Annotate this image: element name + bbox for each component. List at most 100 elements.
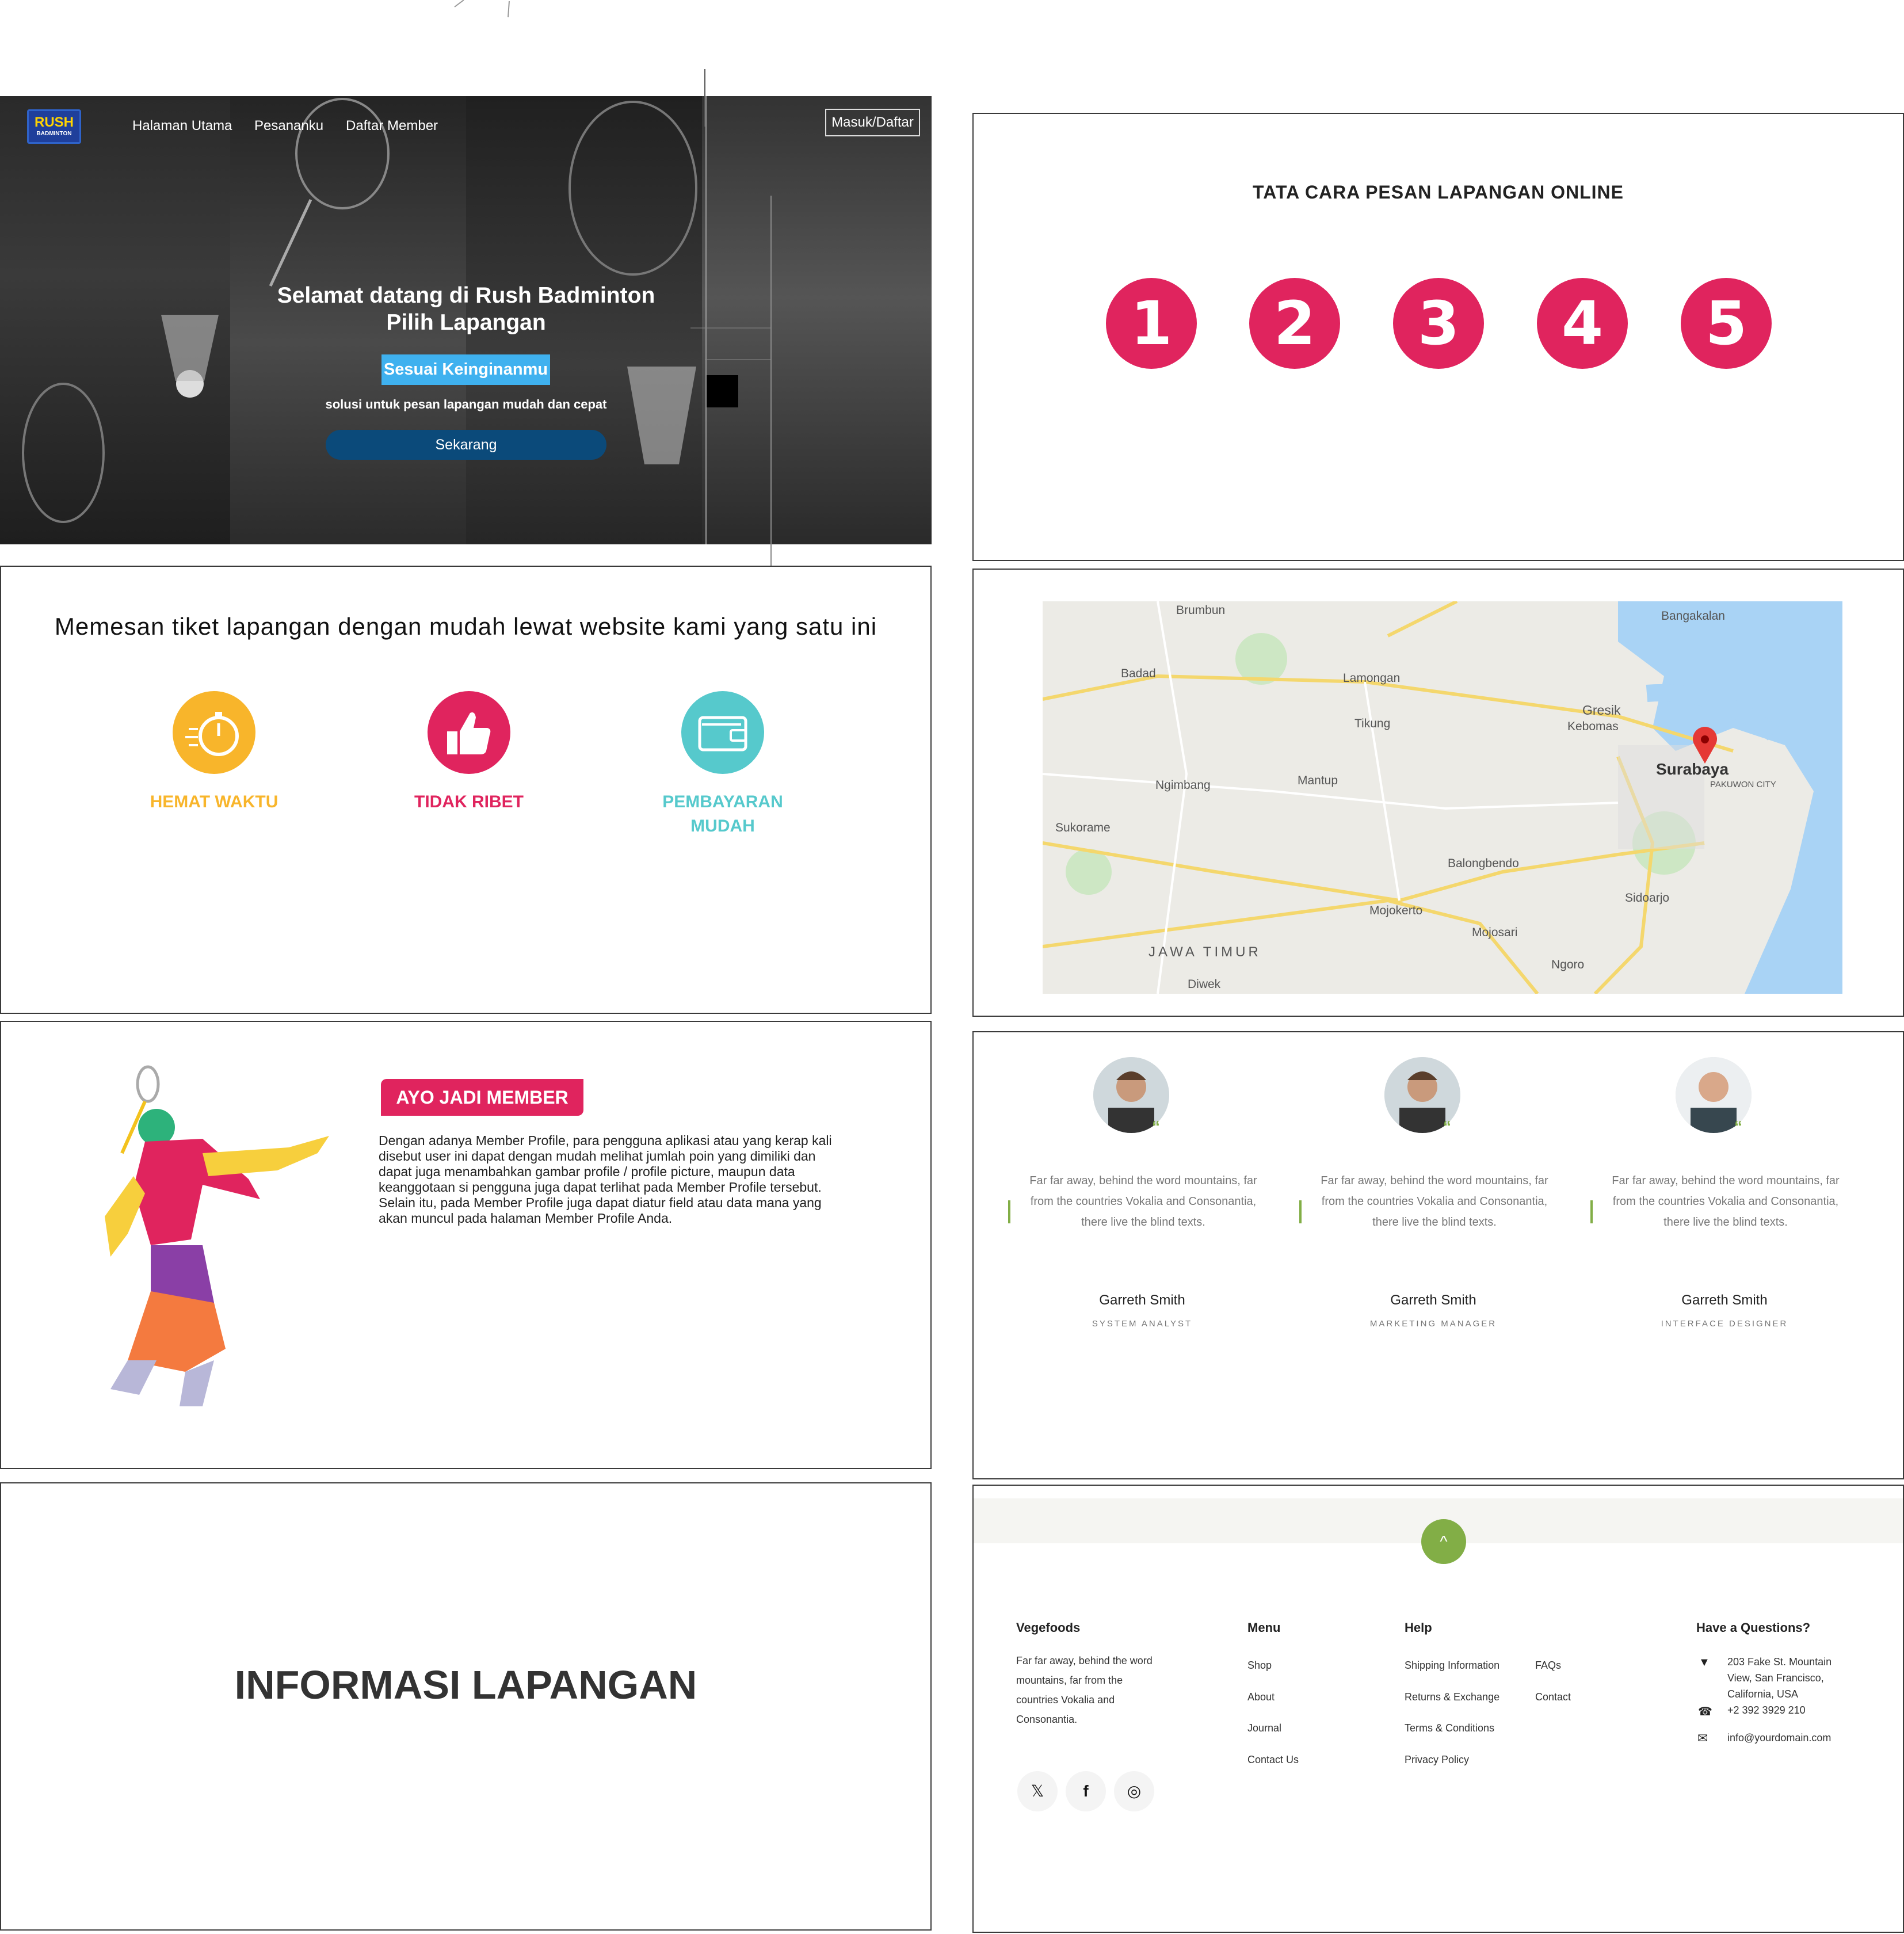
testimonial-card: “ Far far away, behind the word mountain… bbox=[997, 1032, 1288, 1378]
quote-icon: “ bbox=[1152, 1117, 1160, 1135]
instagram-icon[interactable]: ◎ bbox=[1114, 1771, 1154, 1811]
info-section: INFORMASI LAPANGAN bbox=[0, 1482, 932, 1931]
feature-label-line: HEMAT WAKTU bbox=[150, 792, 278, 811]
footer-menu-link[interactable]: About bbox=[1247, 1691, 1275, 1703]
footer-menu-title: Menu bbox=[1247, 1620, 1281, 1635]
nav-orders[interactable]: Pesananku bbox=[254, 118, 323, 134]
footer-section: ^ Vegefoods Far far away, behind the wor… bbox=[972, 1485, 1904, 1933]
hero-highlight: Sesuai Keinginanmu bbox=[381, 354, 550, 385]
testimonial-card: “ Far far away, behind the word mountain… bbox=[1579, 1032, 1870, 1378]
info-title: INFORMASI LAPANGAN bbox=[234, 1662, 697, 1707]
logo-text: RUSH bbox=[34, 115, 74, 130]
feature-label-line: PEMBAYARAN bbox=[662, 792, 783, 811]
facebook-icon[interactable]: f bbox=[1066, 1771, 1106, 1811]
footer-help-link[interactable]: Terms & Conditions bbox=[1405, 1722, 1494, 1734]
footer-menu-link[interactable]: Contact Us bbox=[1247, 1754, 1299, 1766]
testimonial-name: Garreth Smith bbox=[1099, 1292, 1185, 1308]
testimonials-section: “ Far far away, behind the word mountain… bbox=[972, 1031, 1904, 1479]
map-graphic bbox=[1043, 601, 1842, 994]
footer-brand-text: Consonantia. bbox=[1016, 1714, 1078, 1725]
stray-lines bbox=[690, 69, 772, 575]
feature-label-easy: TIDAK RIBET bbox=[377, 790, 561, 814]
hero-title: Selamat datang di Rush Badminton bbox=[277, 283, 655, 308]
map-label: Tikung bbox=[1354, 717, 1391, 730]
map-label: Badad bbox=[1121, 667, 1156, 680]
nav-home[interactable]: Halaman Utama bbox=[132, 118, 232, 134]
map-section: Brumbun Bangakalan Badad Lamongan Gresik… bbox=[972, 569, 1904, 1017]
quote-icon: “ bbox=[1734, 1117, 1742, 1135]
map-label: Gresik bbox=[1582, 703, 1621, 718]
features-title: Memesan tiket lapangan dengan mudah lewa… bbox=[54, 613, 877, 640]
brand-logo[interactable]: RUSH BADMINTON bbox=[27, 109, 81, 144]
steps-section: TATA CARA PESAN LAPANGAN ONLINE 1 2 3 4 … bbox=[972, 113, 1904, 561]
accent-bar bbox=[1590, 1200, 1593, 1223]
footer-brand: Vegefoods bbox=[1016, 1620, 1081, 1635]
thumbs-up-icon bbox=[428, 691, 510, 774]
map-label: Ngimbang bbox=[1155, 779, 1211, 792]
map-label: Lamongan bbox=[1343, 672, 1401, 685]
email-icon: ✉ bbox=[1697, 1731, 1708, 1745]
testimonial-role: SYSTEM ANALYST bbox=[1092, 1319, 1193, 1329]
step-2: 2 bbox=[1249, 278, 1340, 369]
map-label: Mantup bbox=[1298, 774, 1338, 787]
footer-menu-link[interactable]: Journal bbox=[1247, 1722, 1281, 1734]
testimonial-role: INTERFACE DESIGNER bbox=[1661, 1319, 1788, 1329]
stopwatch-icon bbox=[173, 691, 255, 774]
footer-questions-title: Have a Questions? bbox=[1696, 1620, 1811, 1635]
map-label: Mojokerto bbox=[1369, 904, 1423, 917]
map-label: Balongbendo bbox=[1448, 857, 1519, 870]
map-label: Kebomas bbox=[1567, 720, 1619, 733]
map-label: Sukorame bbox=[1055, 821, 1111, 834]
badminton-player-illustration bbox=[87, 1061, 335, 1412]
scroll-up-button[interactable]: ^ bbox=[1421, 1519, 1466, 1564]
footer-phone[interactable]: +2 392 3929 210 bbox=[1727, 1704, 1806, 1716]
footer-address: View, San Francisco, bbox=[1727, 1672, 1824, 1684]
step-5: 5 bbox=[1681, 278, 1772, 369]
testimonial-role: MARKETING MANAGER bbox=[1369, 1319, 1497, 1329]
footer-help-link[interactable]: FAQs bbox=[1535, 1660, 1561, 1672]
map[interactable]: Brumbun Bangakalan Badad Lamongan Gresik… bbox=[1043, 601, 1842, 994]
map-label: Sidoarjo bbox=[1625, 891, 1670, 905]
footer-menu-link[interactable]: Shop bbox=[1247, 1660, 1272, 1672]
map-pin-icon[interactable] bbox=[1691, 727, 1719, 765]
footer-help-link[interactable]: Shipping Information bbox=[1405, 1660, 1499, 1672]
footer-email[interactable]: info@yourdomain.com bbox=[1727, 1732, 1831, 1744]
footer-brand-text: Far far away, behind the word bbox=[1016, 1655, 1153, 1666]
testimonial-text: Far far away, behind the word mountains,… bbox=[1029, 1174, 1257, 1229]
nav-register-member[interactable]: Daftar Member bbox=[346, 118, 438, 134]
accent-bar bbox=[1008, 1200, 1010, 1223]
testimonial-text: Far far away, behind the word mountains,… bbox=[1321, 1174, 1548, 1229]
testimonial-card: “ Far far away, behind the word mountain… bbox=[1288, 1032, 1579, 1378]
footer-brand-text: countries Vokalia and bbox=[1016, 1694, 1115, 1706]
feature-label-payment: PEMBAYARAN MUDAH bbox=[631, 790, 815, 838]
login-button[interactable]: Masuk/Daftar bbox=[825, 109, 920, 136]
footer-help-link[interactable]: Contact bbox=[1535, 1691, 1571, 1703]
feature-label-line: MUDAH bbox=[690, 817, 755, 836]
features-section: Memesan tiket lapangan dengan mudah lewa… bbox=[0, 566, 932, 1014]
twitter-icon[interactable]: 𝕏 bbox=[1017, 1771, 1058, 1811]
testimonial-text: Far far away, behind the word mountains,… bbox=[1612, 1174, 1840, 1229]
hero-title-2: Pilih Lapangan bbox=[386, 310, 546, 335]
map-label: Bangakalan bbox=[1661, 609, 1725, 623]
map-label: Mojosari bbox=[1472, 926, 1518, 939]
phone-icon: ☎ bbox=[1698, 1706, 1712, 1718]
footer-help-link[interactable]: Privacy Policy bbox=[1405, 1754, 1469, 1766]
footer-help-title: Help bbox=[1405, 1620, 1432, 1635]
cta-button[interactable]: Sekarang bbox=[326, 430, 606, 460]
logo-subtext: BADMINTON bbox=[36, 131, 72, 137]
step-1: 1 bbox=[1106, 278, 1197, 369]
accent-bar bbox=[1299, 1200, 1302, 1223]
map-label: JAWA TIMUR bbox=[1148, 944, 1261, 960]
member-badge: AYO JADI MEMBER bbox=[381, 1079, 583, 1116]
steps-title: TATA CARA PESAN LAPANGAN ONLINE bbox=[1253, 182, 1624, 203]
footer-brand-text: mountains, far from the bbox=[1016, 1674, 1123, 1686]
quote-icon: “ bbox=[1443, 1117, 1451, 1135]
member-section: AYO JADI MEMBER Dengan adanya Member Pro… bbox=[0, 1021, 932, 1469]
footer-address: California, USA bbox=[1727, 1688, 1799, 1700]
footer-help-link[interactable]: Returns & Exchange bbox=[1405, 1691, 1499, 1703]
hero-subtitle: solusi untuk pesan lapangan mudah dan ce… bbox=[325, 397, 607, 411]
member-description: Dengan adanya Member Profile, para pengg… bbox=[379, 1133, 832, 1226]
map-label: Brumbun bbox=[1176, 604, 1226, 617]
step-4: 4 bbox=[1537, 278, 1628, 369]
map-label: Diwek bbox=[1188, 978, 1221, 991]
